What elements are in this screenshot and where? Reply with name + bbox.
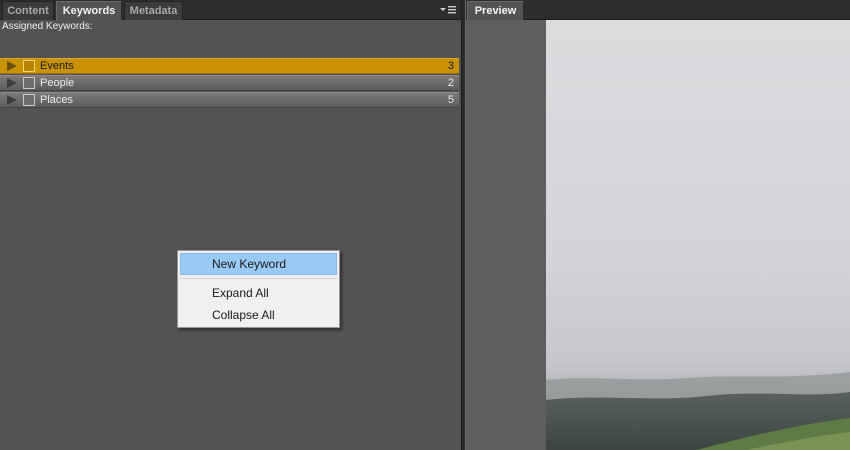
left-tab-bar: Content Keywords Metadata (0, 0, 461, 20)
menu-item-expand-all[interactable]: Expand All (180, 282, 337, 304)
tab-keywords[interactable]: Keywords (56, 1, 122, 20)
keyword-checkbox[interactable] (23, 77, 35, 89)
menu-item-new-keyword[interactable]: New Keyword (180, 253, 337, 275)
menu-separator (180, 278, 337, 279)
keyword-label: Places (40, 94, 74, 106)
tab-metadata[interactable]: Metadata (124, 1, 183, 20)
menu-item-collapse-all[interactable]: Collapse All (180, 304, 337, 326)
preview-image (546, 20, 850, 450)
keyword-label: Events (40, 60, 74, 72)
disclosure-triangle-icon[interactable] (6, 60, 18, 72)
keyword-label: People (40, 77, 75, 89)
keyword-count: 5 (447, 94, 454, 106)
keyword-row-people[interactable]: People 2 (0, 75, 459, 91)
keyword-row-events[interactable]: Events 3 (0, 58, 459, 74)
assigned-keywords-label: Assigned Keywords: (2, 21, 93, 32)
disclosure-triangle-icon[interactable] (6, 77, 18, 89)
preview-panel: Preview (466, 0, 850, 450)
tab-preview[interactable]: Preview (467, 1, 524, 20)
keywords-panel: Content Keywords Metadata Assigned Keywo… (0, 0, 461, 450)
context-menu: New Keyword Expand All Collapse All (177, 250, 340, 328)
keyword-checkbox[interactable] (23, 60, 35, 72)
right-tab-bar: Preview (466, 0, 850, 20)
keyword-count: 2 (447, 77, 454, 89)
tab-content[interactable]: Content (2, 1, 54, 20)
keyword-row-places[interactable]: Places 5 (0, 92, 459, 108)
keyword-count: 3 (447, 60, 454, 72)
keyword-checkbox[interactable] (23, 94, 35, 106)
disclosure-triangle-icon[interactable] (6, 94, 18, 106)
panel-menu-icon[interactable] (438, 3, 458, 17)
